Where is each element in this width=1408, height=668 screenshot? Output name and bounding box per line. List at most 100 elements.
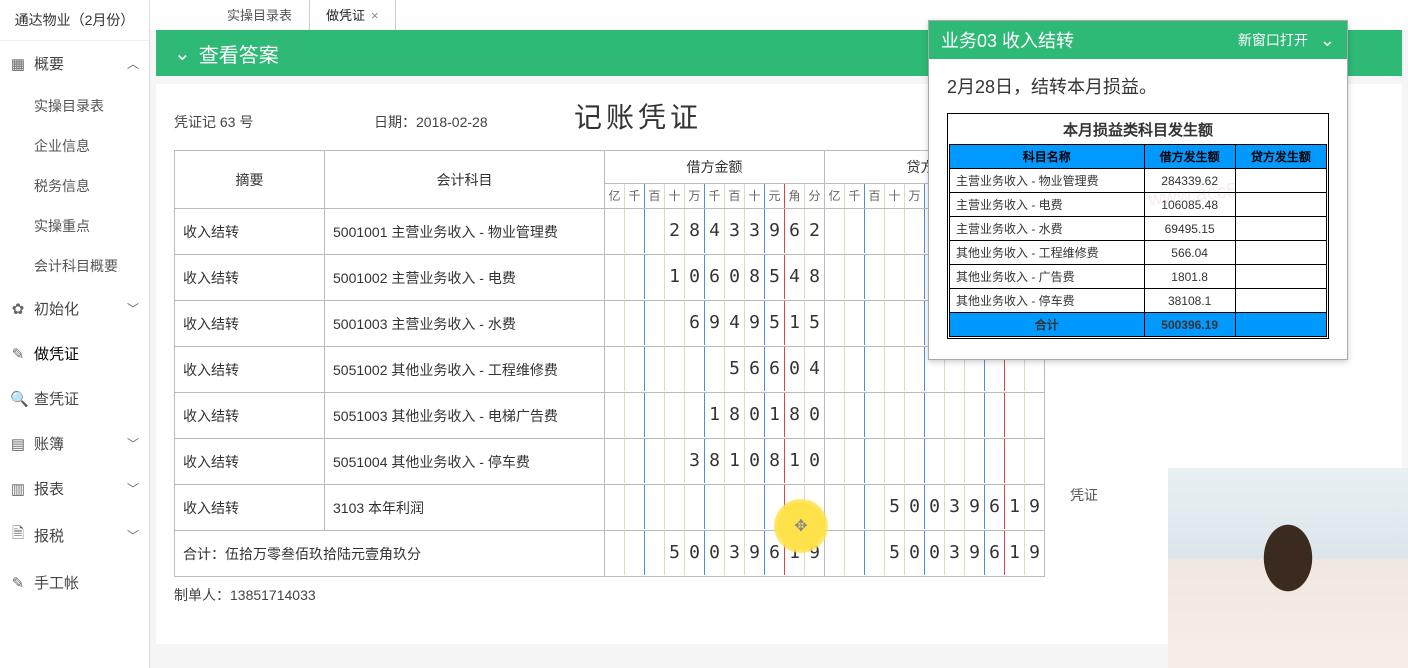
section-icon: ✎ (10, 345, 26, 363)
section-label: 初始化 (34, 298, 79, 319)
close-icon[interactable]: × (371, 8, 379, 23)
table-row[interactable]: 收入结转3103 本年利润 50039619 (175, 485, 1045, 531)
cell-credit: 50039619 (825, 485, 1045, 531)
table-row[interactable]: 收入结转5001002 主营业务收入 - 电费10608548 (175, 255, 1045, 301)
sidebar-section-0[interactable]: ▦概要︿ (0, 41, 149, 86)
total-label: 合计：伍拾万零叁佰玖拾陆元壹角玖分 (175, 531, 605, 577)
cell-credit (825, 439, 1045, 485)
th-account: 会计科目 (325, 151, 605, 209)
table-row[interactable]: 收入结转5051002 其他业务收入 - 工程维修费56604 (175, 347, 1045, 393)
cell-summary: 收入结转 (175, 439, 325, 485)
cell-account: 5001003 主营业务收入 - 水费 (325, 301, 605, 347)
cell-summary: 收入结转 (175, 301, 325, 347)
chevron-icon: ﹀ (127, 480, 139, 497)
section-label: 做凭证 (34, 343, 79, 364)
cell-debit: 56604 (605, 347, 825, 393)
cell-account: 5051002 其他业务收入 - 工程维修费 (325, 347, 605, 393)
sidebar-section-4[interactable]: ▤ 账簿 ﹀ (0, 421, 149, 466)
task-title: 业务03 收入结转 (941, 27, 1074, 53)
sidebar: 通达物业（2月份） ▦概要︿实操目录表企业信息税务信息实操重点会计科目概要✿初始… (0, 0, 150, 668)
section-label: 报表 (34, 478, 64, 499)
table-row[interactable]: 收入结转5001003 主营业务收入 - 水费6949515 (175, 301, 1045, 347)
tab[interactable]: 实操目录表 (210, 0, 309, 30)
task-date-line: 2月28日，结转本月损益。 (947, 73, 1329, 99)
sidebar-sub[interactable]: 实操重点 (0, 206, 149, 246)
ref-row: 其他业务收入 - 广告费1801.8 (950, 265, 1327, 289)
voucher-table: 摘要 会计科目 借方金额 贷方金额 亿千百十万千百十元角分 亿千百十万千百十元角… (174, 150, 1045, 577)
chevron-icon: ﹀ (127, 527, 139, 544)
sidebar-section-3[interactable]: 🔍 查凭证 (0, 376, 149, 421)
cell-summary: 收入结转 (175, 347, 325, 393)
chevron-down-icon: ⌄ (174, 41, 191, 66)
ref-row: 其他业务收入 - 停车费38108.1 (950, 289, 1327, 313)
sidebar-section-5[interactable]: ▥ 报表 ﹀ (0, 466, 149, 511)
peek-text: 凭证 (1070, 485, 1098, 505)
sidebar-sub[interactable]: 会计科目概要 (0, 246, 149, 286)
ref-row: 主营业务收入 - 物业管理费284339.62 (950, 169, 1327, 193)
ref-row: 主营业务收入 - 电费106085.48 (950, 193, 1327, 217)
chevron-icon: ﹀ (127, 300, 139, 317)
close-icon[interactable]: ⌄ (1320, 30, 1335, 51)
chevron-icon: ︿ (127, 55, 139, 72)
ref-total: 合计500396.19 (950, 313, 1327, 337)
cell-account: 5001001 主营业务收入 - 物业管理费 (325, 209, 605, 255)
ref-th: 科目名称 (950, 145, 1145, 169)
ref-th: 贷方发生额 (1235, 145, 1326, 169)
sidebar-section-7[interactable]: ✎ 手工帐 (0, 560, 149, 605)
cell-debit: 28433962 (605, 209, 825, 255)
table-row[interactable]: 收入结转5051004 其他业务收入 - 停车费3810810 (175, 439, 1045, 485)
chevron-icon: ﹀ (127, 435, 139, 452)
section-icon: 🔍 (10, 390, 26, 408)
section-icon: 🗎 (10, 523, 26, 548)
cell-debit: 180180 (605, 393, 825, 439)
cell-debit: 6949515 (605, 301, 825, 347)
sidebar-section-6[interactable]: 🗎 报税 ﹀ (0, 511, 149, 560)
ref-table-title: 本月损益类科目发生额 (949, 115, 1327, 144)
total-debit: 50039619 (605, 531, 825, 577)
section-label: 查凭证 (34, 388, 79, 409)
tab-label: 做凭证 (326, 8, 365, 23)
voucher-date: 日期：2018-02-28 (374, 112, 554, 132)
sidebar-section-2[interactable]: ✎ 做凭证 (0, 331, 149, 376)
table-row[interactable]: 收入结转5001001 主营业务收入 - 物业管理费28433962 (175, 209, 1045, 255)
section-icon: ✎ (10, 574, 26, 592)
cell-debit: 10608548 (605, 255, 825, 301)
sidebar-sub[interactable]: 企业信息 (0, 126, 149, 166)
sidebar-sub[interactable]: 税务信息 (0, 166, 149, 206)
section-icon: ▦ (10, 55, 26, 73)
cell-summary: 收入结转 (175, 255, 325, 301)
cell-account: 5001002 主营业务收入 - 电费 (325, 255, 605, 301)
section-icon: ▤ (10, 435, 26, 453)
cell-credit (825, 393, 1045, 439)
cell-summary: 收入结转 (175, 393, 325, 439)
answer-bar-label: 查看答案 (199, 39, 279, 68)
cell-debit (605, 485, 825, 531)
section-icon: ✿ (10, 300, 26, 318)
ref-row: 主营业务收入 - 水费69495.15 (950, 217, 1327, 241)
ref-th: 借方发生额 (1144, 145, 1235, 169)
table-row[interactable]: 收入结转5051003 其他业务收入 - 电梯广告费180180 (175, 393, 1045, 439)
cell-account: 5051003 其他业务收入 - 电梯广告费 (325, 393, 605, 439)
tab-label: 实操目录表 (227, 8, 292, 23)
cell-debit: 3810810 (605, 439, 825, 485)
cell-summary: 收入结转 (175, 485, 325, 531)
section-label: 账簿 (34, 433, 64, 454)
open-new-window-link[interactable]: 新窗口打开 (1238, 30, 1308, 50)
tab[interactable]: 做凭证 × (309, 0, 396, 30)
voucher-number: 凭证记 63 号 (174, 112, 374, 132)
cell-summary: 收入结转 (175, 209, 325, 255)
video-overlay (1168, 468, 1408, 668)
total-credit: 50039619 (825, 531, 1045, 577)
sidebar-sub[interactable]: 实操目录表 (0, 86, 149, 126)
section-label: 报税 (34, 525, 64, 546)
sidebar-section-1[interactable]: ✿ 初始化 ﹀ (0, 286, 149, 331)
section-icon: ▥ (10, 480, 26, 498)
th-summary: 摘要 (175, 151, 325, 209)
section-label: 手工帐 (34, 572, 79, 593)
task-panel[interactable]: 业务03 收入结转 新窗口打开 ⌄ 2月28日，结转本月损益。 本月损益类科目发… (928, 20, 1348, 360)
cell-account: 3103 本年利润 (325, 485, 605, 531)
debit-units: 亿千百十万千百十元角分 (605, 184, 825, 209)
ref-table: 科目名称借方发生额贷方发生额 主营业务收入 - 物业管理费284339.62主营… (949, 144, 1327, 337)
cell-account: 5051004 其他业务收入 - 停车费 (325, 439, 605, 485)
th-debit: 借方金额 (605, 151, 825, 184)
